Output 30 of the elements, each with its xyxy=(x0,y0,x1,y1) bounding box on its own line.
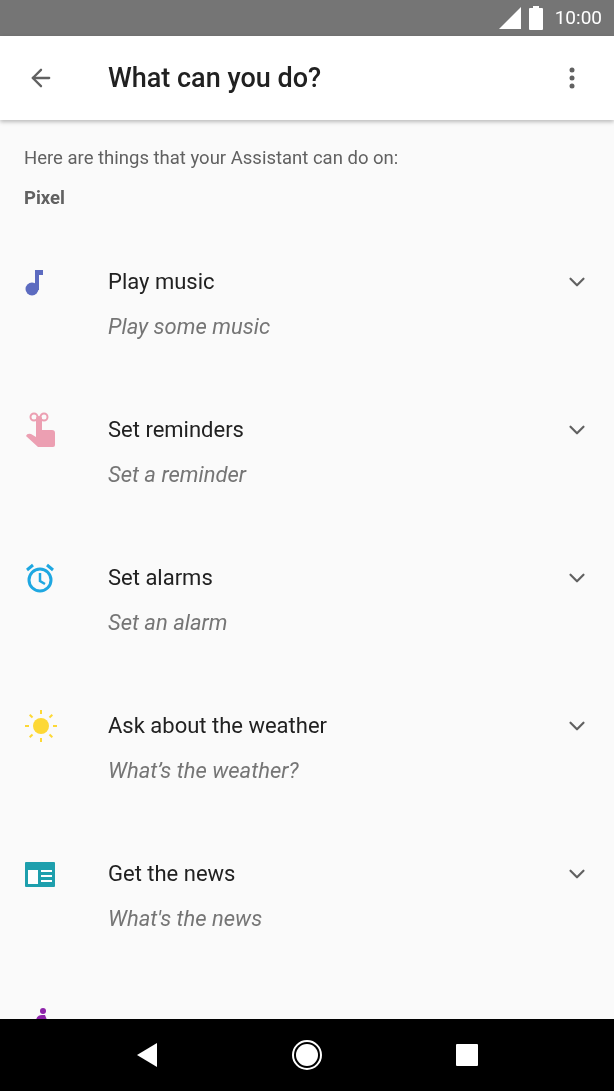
music-note-icon xyxy=(24,268,44,296)
capability-item[interactable]: Play music Play some music xyxy=(24,268,590,416)
status-time: 10:00 xyxy=(554,4,602,31)
home-circle-icon[interactable] xyxy=(290,1038,324,1072)
capability-title: Set alarms xyxy=(108,564,214,592)
capability-example: What’s the weather? xyxy=(108,757,300,785)
capability-title: Play music xyxy=(108,268,216,296)
intro-text: Here are things that your Assistant can do on: xyxy=(24,146,400,171)
capability-title: Get the news xyxy=(108,860,237,888)
battery-icon xyxy=(528,6,543,30)
capability-title: Set reminders xyxy=(108,416,245,444)
sun-icon xyxy=(24,709,58,743)
more-icon xyxy=(569,67,575,89)
back-triangle-icon[interactable] xyxy=(135,1042,160,1068)
finger-ribbon-icon xyxy=(24,412,56,448)
capability-title: Ask about the weather xyxy=(108,712,328,740)
capability-item[interactable]: Set reminders Set a reminder xyxy=(24,416,590,564)
device-name: Pixel xyxy=(24,186,66,211)
capability-item[interactable]: Set alarms Set an alarm xyxy=(24,564,590,712)
capability-example: Set an alarm xyxy=(108,609,229,637)
capability-example: Set a reminder xyxy=(108,461,248,489)
page-title: What can you do? xyxy=(108,60,323,96)
capability-example: Play some music xyxy=(108,313,272,341)
recents-square-icon[interactable] xyxy=(454,1043,479,1067)
capability-item[interactable]: Get the news What's the news xyxy=(24,860,590,1008)
capability-item[interactable]: Ask about the weather What’s the weather? xyxy=(24,712,590,860)
capability-example: What's the news xyxy=(108,905,264,933)
newspaper-icon xyxy=(24,860,56,888)
signal-icon xyxy=(498,7,521,29)
alarm-clock-icon xyxy=(24,562,56,594)
